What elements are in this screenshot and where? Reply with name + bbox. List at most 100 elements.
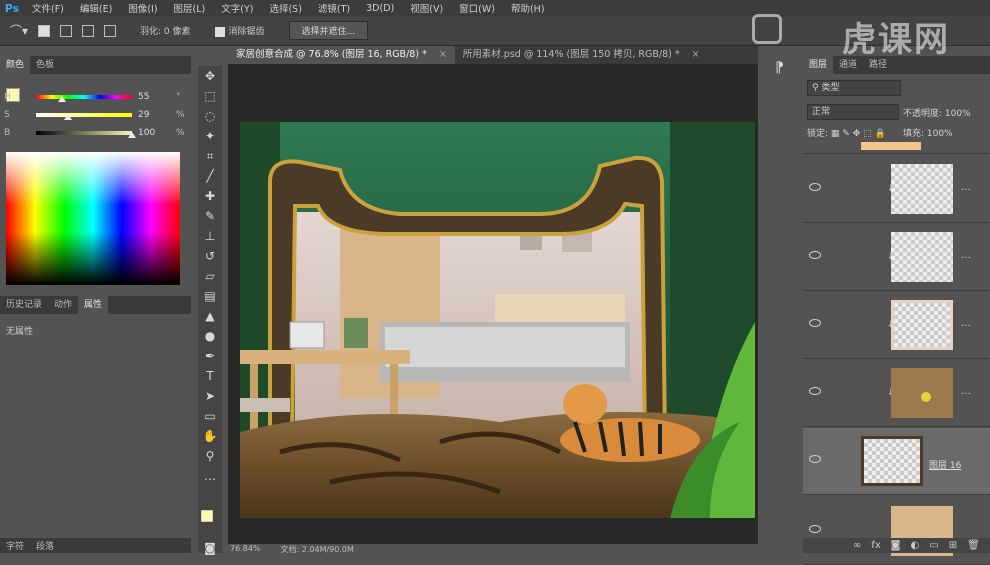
tab-paragraph[interactable]: 段落 <box>30 538 60 556</box>
close-icon[interactable]: × <box>692 49 700 60</box>
hue-value[interactable]: 55 <box>138 92 149 102</box>
visibility-eye-icon[interactable] <box>809 183 821 191</box>
tab-swatches[interactable]: 色板 <box>30 56 60 74</box>
brightness-label: B <box>4 128 11 138</box>
tab-character[interactable]: 字符 <box>0 538 30 556</box>
eyedropper-tool-icon[interactable]: ╱ <box>198 166 222 186</box>
tab-layers[interactable]: 图层 <box>803 56 834 74</box>
layer-name[interactable]: 图层 16 <box>929 458 961 471</box>
move-tool-icon[interactable]: ✥ <box>198 66 222 86</box>
quick-mask-icon[interactable]: ◙ <box>198 538 222 558</box>
opacity-value[interactable]: 100% <box>945 109 971 119</box>
tab-paths[interactable]: 路径 <box>863 56 893 74</box>
intersect-selection-icon[interactable] <box>104 24 117 37</box>
doc-tab-inactive[interactable]: 所用素材.psd @ 114% (图层 150 拷贝, RGB/8) * × <box>455 46 708 64</box>
glyph-tool-icon[interactable]: ⁋ <box>775 60 797 76</box>
close-icon[interactable]: × <box>439 49 447 60</box>
layer-filter-select[interactable]: ⚲ 类型 <box>807 80 901 96</box>
mask-icon[interactable]: ◙ <box>891 540 901 551</box>
brightness-thumb[interactable] <box>128 132 136 138</box>
layer-row[interactable]: ↓ … <box>803 156 990 223</box>
select-and-mask-button[interactable]: 选择并遮住... <box>288 21 369 40</box>
menu-image[interactable]: 图像(I) <box>120 1 165 15</box>
saturation-thumb[interactable] <box>64 114 72 120</box>
type-tool-icon[interactable]: T <box>198 366 222 386</box>
magic-wand-tool-icon[interactable]: ✦ <box>198 126 222 146</box>
menu-select[interactable]: 选择(S) <box>261 1 309 15</box>
eraser-tool-icon[interactable]: ▱ <box>198 266 222 286</box>
history-brush-tool-icon[interactable]: ↺ <box>198 246 222 266</box>
menu-help[interactable]: 帮助(H) <box>503 1 553 15</box>
healing-tool-icon[interactable]: ✚ <box>198 186 222 206</box>
doc-tab-active[interactable]: 家居创意合成 @ 76.8% (图层 16, RGB/8) * × <box>228 46 455 64</box>
layer-row[interactable]: ↓ … <box>803 360 990 427</box>
tab-properties[interactable]: 属性 <box>78 296 109 314</box>
opacity-field[interactable]: 不透明度: 100% <box>903 106 971 119</box>
visibility-eye-icon[interactable] <box>809 525 821 533</box>
menu-type[interactable]: 文字(Y) <box>213 1 261 15</box>
lock-pixels-icon[interactable]: ▦ ✎ ✥ ⬚ 🔒 <box>831 129 886 139</box>
menu-file[interactable]: 文件(F) <box>24 1 72 15</box>
hue-thumb[interactable] <box>58 96 66 102</box>
tab-color[interactable]: 颜色 <box>0 56 31 74</box>
tab-channels[interactable]: 通道 <box>833 56 863 74</box>
pen-tool-icon[interactable]: ✒ <box>198 346 222 366</box>
menu-edit[interactable]: 编辑(E) <box>72 1 120 15</box>
feather-field[interactable]: 羽化: 0 像素 <box>140 24 190 37</box>
document-canvas[interactable] <box>240 122 755 518</box>
path-select-tool-icon[interactable]: ➤ <box>198 386 222 406</box>
brush-tool-icon[interactable]: ✎ <box>198 206 222 226</box>
new-selection-icon[interactable] <box>38 24 51 37</box>
color-spectrum[interactable] <box>6 152 180 285</box>
crop-tool-icon[interactable]: ⌗ <box>198 146 222 166</box>
zoom-tool-icon[interactable]: ⚲ <box>198 446 222 466</box>
more-tools-icon[interactable]: … <box>198 466 222 486</box>
dodge-tool-icon[interactable]: ● <box>198 326 222 346</box>
trash-icon[interactable]: 🗑 <box>967 540 980 551</box>
link-layers-icon[interactable]: ∞ <box>853 540 861 551</box>
menu-3d[interactable]: 3D(D) <box>358 3 402 14</box>
visibility-eye-icon[interactable] <box>809 387 821 395</box>
layer-row[interactable] <box>803 498 990 565</box>
fx-icon[interactable]: fx <box>871 540 880 551</box>
subtract-selection-icon[interactable] <box>82 24 95 37</box>
antialias-checkbox[interactable]: 消除锯齿 <box>214 24 265 37</box>
visibility-eye-icon[interactable] <box>809 251 821 259</box>
foreground-color-icon[interactable] <box>201 510 213 522</box>
menu-window[interactable]: 窗口(W) <box>451 1 503 15</box>
tab-actions[interactable]: 动作 <box>48 296 78 314</box>
hand-tool-icon[interactable]: ✋ <box>198 426 222 446</box>
menu-view[interactable]: 视图(V) <box>402 1 451 15</box>
brightness-slider[interactable]: B 100 % <box>4 126 185 140</box>
opacity-label: 不透明度: <box>903 109 943 119</box>
layer-row[interactable]: ↓ … <box>803 292 990 359</box>
visibility-eye-icon[interactable] <box>809 455 821 463</box>
stamp-tool-icon[interactable]: ⊥ <box>198 226 222 246</box>
new-layer-icon[interactable]: ⊞ <box>949 540 957 551</box>
fill-value[interactable]: 100% <box>927 129 953 139</box>
marquee-tool-icon[interactable]: ⬚ <box>198 86 222 106</box>
gradient-tool-icon[interactable]: ▤ <box>198 286 222 306</box>
zoom-level[interactable]: 76.84% <box>230 544 261 553</box>
fill-field[interactable]: 填充: 100% <box>903 126 953 139</box>
menu-filter[interactable]: 滤镜(T) <box>310 1 358 15</box>
layer-row-selected[interactable]: 图层 16 <box>803 428 990 495</box>
saturation-slider[interactable]: S 29 % <box>4 108 185 122</box>
lasso-tool-icon[interactable]: ◌ <box>198 106 222 126</box>
layer-row[interactable]: ↓ … <box>803 224 990 291</box>
adjustment-icon[interactable]: ◐ <box>911 540 920 551</box>
saturation-value[interactable]: 29 <box>138 110 149 120</box>
add-selection-icon[interactable] <box>60 24 73 37</box>
blur-tool-icon[interactable]: ▲ <box>198 306 222 326</box>
shape-tool-icon[interactable]: ▭ <box>198 406 222 426</box>
layer-row[interactable] <box>803 142 990 154</box>
blend-mode-select[interactable]: 正常 <box>807 104 899 120</box>
visibility-eye-icon[interactable] <box>809 319 821 327</box>
brightness-value[interactable]: 100 <box>138 128 155 138</box>
lasso-tool-icon[interactable]: ⌒▾ <box>10 22 28 39</box>
group-icon[interactable]: ▭ <box>929 540 938 551</box>
tab-history[interactable]: 历史记录 <box>0 296 48 314</box>
menu-layer[interactable]: 图层(L) <box>166 1 214 15</box>
hue-slider[interactable]: H 55 ° <box>4 90 181 104</box>
properties-panel: 历史记录 动作 属性 无属性 <box>0 296 191 536</box>
